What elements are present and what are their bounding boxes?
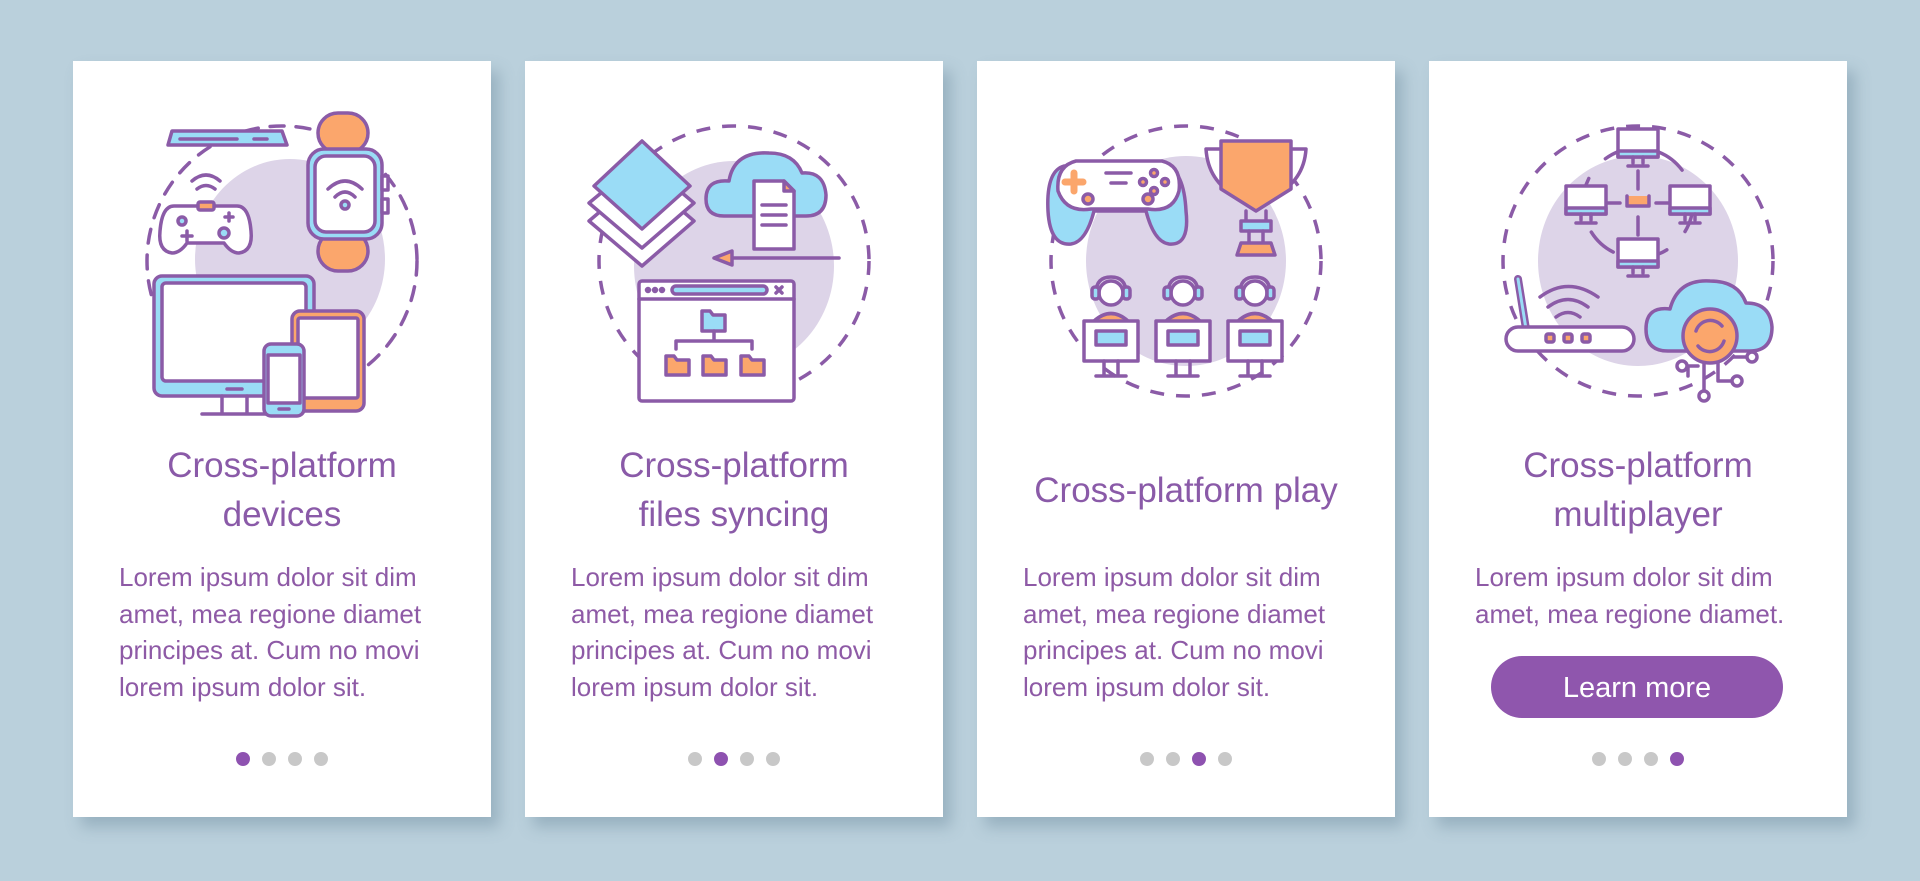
description-line: amet, mea regione diamet. xyxy=(1475,598,1785,629)
page-dot-3[interactable] xyxy=(288,752,302,766)
page-dot-4[interactable] xyxy=(1218,752,1232,766)
title-line: Cross-platform xyxy=(167,446,397,485)
files-syncing-illustration xyxy=(587,124,871,403)
description-line: Lorem ipsum dolor sit dim xyxy=(1475,562,1773,592)
page-dot-3-active[interactable] xyxy=(1192,752,1206,766)
page-dot-2-active[interactable] xyxy=(714,752,728,766)
page-dot-1-active[interactable] xyxy=(236,752,250,766)
page-indicator xyxy=(977,752,1395,766)
screen-description: Lorem ipsum dolor sit dim amet, mea regi… xyxy=(571,559,913,705)
smartphone-icon xyxy=(262,342,306,418)
page-dot-4[interactable] xyxy=(314,752,328,766)
description-line: Lorem ipsum dolor sit dim xyxy=(571,562,869,592)
title-line: devices xyxy=(222,495,342,534)
page-indicator xyxy=(525,752,943,766)
screen-title: Cross-platform play xyxy=(977,466,1395,515)
screen-title: Cross-platform files syncing xyxy=(525,441,943,539)
learn-more-button[interactable]: Learn more xyxy=(1491,656,1783,718)
console-icon xyxy=(166,129,289,147)
description-line: lorem ipsum dolor sit. xyxy=(119,671,367,702)
description-line: lorem ipsum dolor sit. xyxy=(571,671,819,702)
page-dot-2[interactable] xyxy=(262,752,276,766)
onboarding-screen-play: Cross-platform play Lorem ipsum dolor si… xyxy=(977,61,1395,817)
page-dot-2[interactable] xyxy=(1618,752,1632,766)
page-dot-1[interactable] xyxy=(1592,752,1606,766)
description-line: Lorem ipsum dolor sit dim xyxy=(1023,562,1321,592)
browser-folders-icon xyxy=(637,279,796,403)
description-line: amet, mea regione diamet xyxy=(119,598,422,629)
multiplayer-network-illustration xyxy=(1501,124,1775,403)
page-indicator xyxy=(73,752,491,766)
gamers-icon xyxy=(1082,275,1284,378)
cross-platform-play-illustration xyxy=(1046,124,1323,398)
description-line: principes at. Cum no movi xyxy=(119,635,420,665)
page-dot-3[interactable] xyxy=(740,752,754,766)
page-dot-4[interactable] xyxy=(766,752,780,766)
description-line: principes at. Cum no movi xyxy=(1023,635,1324,665)
page-dot-4-active[interactable] xyxy=(1670,752,1684,766)
page-dot-1[interactable] xyxy=(688,752,702,766)
description-line: lorem ipsum dolor sit. xyxy=(1023,671,1271,702)
onboarding-screen-multiplayer: Cross-platform multiplayer Lorem ipsum d… xyxy=(1429,61,1847,817)
screen-description: Lorem ipsum dolor sit dim amet, mea regi… xyxy=(1023,559,1365,705)
title-line: Cross-platform xyxy=(619,446,849,485)
title-line: Cross-platform play xyxy=(1034,471,1338,510)
onboarding-screen-devices: Cross-platform devices Lorem ipsum dolor… xyxy=(73,61,491,817)
page-dot-1[interactable] xyxy=(1140,752,1154,766)
page-dot-2[interactable] xyxy=(1166,752,1180,766)
description-line: principes at. Cum no movi xyxy=(571,635,872,665)
title-line: multiplayer xyxy=(1553,495,1723,534)
title-line: files syncing xyxy=(638,495,830,534)
screen-description: Lorem ipsum dolor sit dim amet, mea regi… xyxy=(119,559,461,705)
cross-platform-devices-illustration xyxy=(145,111,419,418)
page-dot-3[interactable] xyxy=(1644,752,1658,766)
description-line: amet, mea regione diamet xyxy=(571,598,874,629)
title-line: Cross-platform xyxy=(1523,446,1753,485)
page-indicator xyxy=(1429,752,1847,766)
description-line: Lorem ipsum dolor sit dim xyxy=(119,562,417,592)
screen-title: Cross-platform devices xyxy=(73,441,491,539)
screen-description: Lorem ipsum dolor sit dim amet, mea regi… xyxy=(1475,559,1817,632)
onboarding-screen-files-syncing: Cross-platform files syncing Lorem ipsum… xyxy=(525,61,943,817)
screen-title: Cross-platform multiplayer xyxy=(1429,441,1847,539)
description-line: amet, mea regione diamet xyxy=(1023,598,1326,629)
